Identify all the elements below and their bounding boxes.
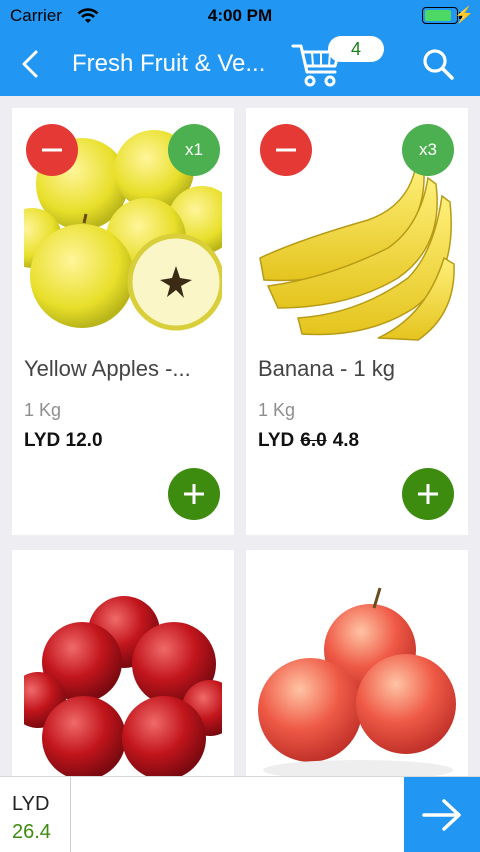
product-name: Banana - 1 kg (258, 356, 395, 381)
divider (70, 777, 71, 852)
price-old-value: 6.0 (300, 430, 327, 451)
pink-apples-image (258, 587, 456, 776)
search-icon[interactable] (420, 46, 456, 82)
status-bar: Carrier 4:00 PM ⚡ (0, 0, 480, 32)
product-card[interactable]: x1 Yellow Apples -... 1 Kg LYD 12.0 (12, 108, 234, 535)
page-title: Fresh Fruit & Ve... (72, 50, 266, 77)
product-unit: 1 Kg (24, 400, 62, 420)
product-card[interactable] (246, 550, 468, 776)
plus-icon (184, 484, 204, 504)
nav-bar: Fresh Fruit & Ve... 4 (0, 32, 480, 96)
price-currency: LYD (24, 430, 61, 451)
price-currency: LYD (258, 430, 295, 451)
checkout-next-button[interactable] (404, 777, 480, 852)
arrow-right-icon (422, 799, 461, 831)
cart-total-bar: LYD 26.4 (0, 776, 480, 852)
product-unit: 1 Kg (258, 400, 296, 420)
status-time: 4:00 PM (207, 6, 273, 25)
total-amount: 26.4 (12, 821, 51, 843)
charging-icon: ⚡ (454, 7, 474, 24)
product-price: LYD 12.0 (24, 430, 103, 452)
product-grid: x1 Yellow Apples -... 1 Kg LYD 12.0 x3 B… (0, 96, 480, 776)
add-to-cart-button[interactable] (168, 468, 220, 520)
product-name: Yellow Apples -... (24, 356, 191, 381)
plus-icon (418, 484, 438, 504)
red-apples-image (24, 596, 222, 776)
cart-count-badge[interactable]: 4 (328, 36, 384, 62)
quantity-badge: x1 (168, 124, 220, 176)
quantity-badge: x3 (402, 124, 454, 176)
back-chevron-icon[interactable] (16, 46, 48, 82)
minus-icon (276, 148, 296, 152)
product-card[interactable]: x3 Banana - 1 kg 1 Kg LYD 6.0 4.8 (246, 108, 468, 535)
remove-from-cart-button[interactable] (260, 124, 312, 176)
product-card[interactable] (12, 550, 234, 776)
remove-from-cart-button[interactable] (26, 124, 78, 176)
price-value: 4.8 (332, 430, 360, 451)
price-value: 12.0 (65, 430, 103, 451)
battery-icon (422, 7, 458, 24)
product-price: LYD 6.0 4.8 (258, 430, 359, 452)
minus-icon (42, 148, 62, 152)
add-to-cart-button[interactable] (402, 468, 454, 520)
total-currency: LYD (12, 793, 50, 815)
